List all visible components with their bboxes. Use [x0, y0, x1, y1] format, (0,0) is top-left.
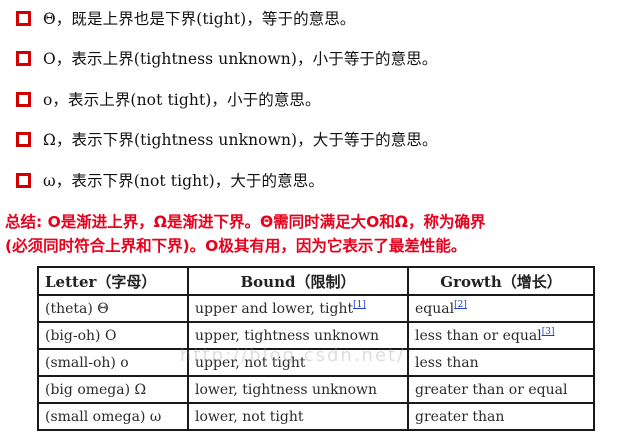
- cell-bound: lower, tightness unknown: [187, 375, 409, 404]
- table-row: (theta) Θ upper and lower, tight[1] equa…: [37, 294, 595, 323]
- cell-letter: (big-oh) O: [37, 321, 189, 350]
- summary-paragraph: 总结: O是渐进上界，Ω是渐进下界。Θ需同时满足大O和Ω，称为确界 (必须同时符…: [5, 210, 629, 258]
- square-bullet-icon: [16, 131, 31, 147]
- square-bullet-icon: [16, 10, 31, 26]
- cell-letter: (theta) Θ: [37, 294, 189, 323]
- bullet-item-small-omega: ω，表示下界(not tight)，大于的意思。: [16, 167, 324, 193]
- cell-growth: greater than: [407, 402, 595, 431]
- square-bullet-icon: [16, 172, 31, 188]
- cell-bound: upper, not tight: [187, 348, 409, 377]
- bullet-text: Θ，既是上界也是下界(tight)，等于的意思。: [43, 10, 356, 28]
- cell-growth: less than: [407, 348, 595, 377]
- summary-line: (必须同时符合上界和下界)。O极其有用，因为它表示了最差性能。: [5, 237, 467, 255]
- footnote-link[interactable]: [3]: [542, 327, 555, 337]
- square-bullet-icon: [16, 91, 31, 107]
- cell-growth: equal[2]: [407, 294, 595, 323]
- footnote-link[interactable]: [1]: [353, 300, 366, 310]
- cell-growth: greater than or equal: [407, 375, 595, 404]
- square-bullet-icon: [16, 50, 31, 66]
- bullet-text: O，表示上界(tightness unknown)，小于等于的意思。: [43, 50, 438, 68]
- bullet-item-big-o: O，表示上界(tightness unknown)，小于等于的意思。: [16, 45, 437, 71]
- summary-line: 总结: O是渐进上界，Ω是渐进下界。Θ需同时满足大O和Ω，称为确界: [5, 213, 486, 231]
- cell-growth-text: equal: [415, 301, 455, 317]
- cell-bound: upper, tightness unknown: [187, 321, 409, 350]
- cell-bound: upper and lower, tight[1]: [187, 294, 409, 323]
- bullet-text: ω，表示下界(not tight)，大于的意思。: [43, 172, 324, 190]
- table-row: (big-oh) O upper, tightness unknown less…: [37, 321, 595, 350]
- bullet-item-big-omega: Ω，表示下界(tightness unknown)，大于等于的意思。: [16, 126, 438, 152]
- cell-bound-text: upper, tightness unknown: [195, 327, 380, 344]
- cell-growth-text: less than or equal: [415, 328, 542, 344]
- bullet-item-theta: Θ，既是上界也是下界(tight)，等于的意思。: [16, 5, 356, 31]
- header-growth: Growth（增长）: [407, 266, 595, 296]
- cell-growth: less than or equal[3]: [407, 321, 595, 350]
- notation-table: Letter（字母） Bound（限制） Growth（增长） (theta) …: [37, 266, 595, 431]
- table-header-row: Letter（字母） Bound（限制） Growth（增长）: [37, 266, 595, 296]
- table-row: (small omega) ω lower, not tight greater…: [37, 402, 595, 431]
- bullet-item-small-o: ο，表示上界(not tight)，小于的意思。: [16, 86, 321, 112]
- cell-bound: lower, not tight: [187, 402, 409, 431]
- table-row: (small-oh) o upper, not tight less than: [37, 348, 595, 377]
- cell-bound-text: upper and lower, tight: [195, 301, 354, 317]
- bullet-text: Ω，表示下界(tightness unknown)，大于等于的意思。: [43, 131, 438, 149]
- cell-letter: (big omega) Ω: [37, 375, 189, 404]
- header-bound: Bound（限制）: [187, 266, 409, 296]
- footnote-link[interactable]: [2]: [454, 300, 467, 310]
- cell-letter: (small-oh) o: [37, 348, 189, 377]
- header-letter: Letter（字母）: [37, 266, 189, 296]
- bullet-text: ο，表示上界(not tight)，小于的意思。: [43, 91, 321, 109]
- cell-letter: (small omega) ω: [37, 402, 189, 431]
- table-row: (big omega) Ω lower, tightness unknown g…: [37, 375, 595, 404]
